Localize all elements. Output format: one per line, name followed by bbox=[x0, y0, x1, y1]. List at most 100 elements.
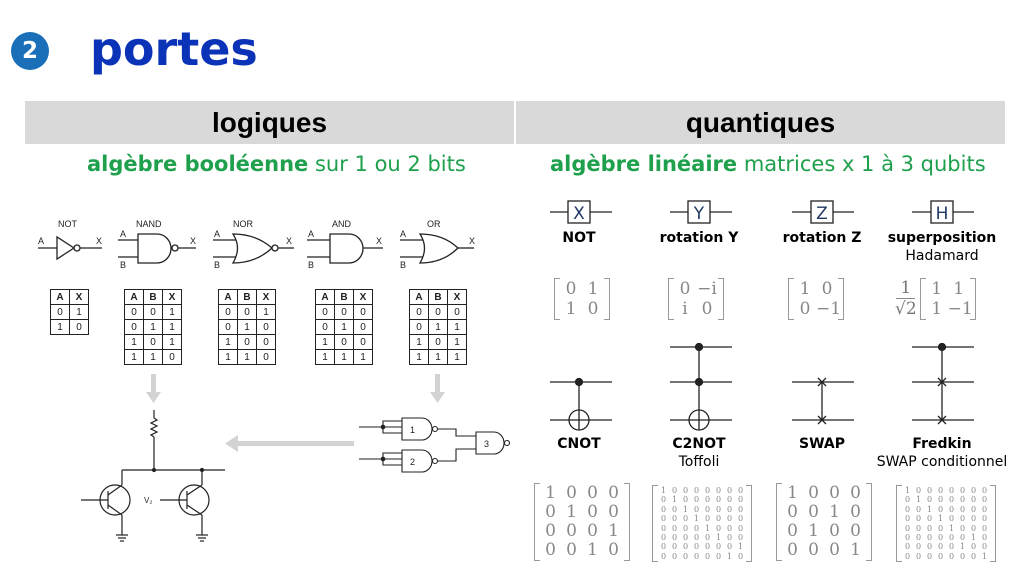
truth-table-cell: 1 bbox=[315, 349, 335, 365]
left-arrow-icon bbox=[225, 435, 354, 452]
gate-label-swap: SWAP bbox=[752, 436, 892, 452]
gate-letter: H bbox=[936, 204, 949, 224]
matrix-entry: 0 bbox=[915, 523, 922, 533]
matrix-entry: 0 bbox=[715, 504, 722, 514]
matrix-entry: 0 bbox=[915, 551, 922, 561]
gate-label: Fredkin bbox=[912, 436, 972, 452]
truth-table-row: 010 bbox=[315, 319, 373, 335]
truth-table-cell: 1 bbox=[69, 304, 89, 320]
truth-table-cell: 0 bbox=[143, 334, 163, 350]
matrix-entry: 0 bbox=[808, 483, 819, 503]
matrix-entry: 0 bbox=[970, 504, 977, 514]
truth-table-row: 000 bbox=[315, 304, 373, 320]
matrix-fredkin: 1000000001000000001000000001000000001000… bbox=[896, 485, 996, 563]
gate-label-fredkin: Fredkin SWAP conditionnel bbox=[872, 436, 1012, 470]
matrix-entry: 0 bbox=[904, 523, 911, 533]
truth-table-cell: 0 bbox=[428, 304, 448, 320]
matrix-entry: 1 bbox=[948, 523, 955, 533]
matrix-entry: 0 bbox=[904, 504, 911, 514]
matrix-entry: 0 bbox=[821, 279, 833, 299]
matrix-entry: 0 bbox=[682, 542, 689, 552]
matrix-entry: 0 bbox=[981, 542, 988, 552]
matrix-entry: 0 bbox=[737, 504, 744, 514]
heading-text: quantiques bbox=[685, 106, 836, 138]
matrix-entry: 0 bbox=[959, 495, 966, 505]
matrix-entry: 0 bbox=[915, 532, 922, 542]
truth-table-row: 111 bbox=[409, 349, 467, 365]
truth-table-row: 001 bbox=[124, 304, 182, 320]
matrix-entry: 0 bbox=[715, 495, 722, 505]
matrix-entry: 0 bbox=[566, 540, 577, 560]
transistor-icon bbox=[160, 470, 210, 542]
matrix-entry: 0 bbox=[970, 486, 977, 495]
matrix-entry: 0 bbox=[981, 514, 988, 524]
matrix-entry: 0 bbox=[959, 514, 966, 524]
truth-table-cell: 0 bbox=[256, 349, 276, 365]
matrix-entry: 0 bbox=[959, 523, 966, 533]
resistor-icon bbox=[149, 417, 159, 438]
matrix-entry: 1 bbox=[565, 299, 577, 319]
matrix-entry: 0 bbox=[726, 495, 733, 505]
matrix-entry: 0 bbox=[693, 486, 700, 495]
matrix-entry: 0 bbox=[959, 532, 966, 542]
matrix-entry: 0 bbox=[660, 542, 667, 552]
matrix-entry: 0 bbox=[671, 504, 678, 514]
matrix-entry: 1 bbox=[959, 542, 966, 552]
matrix-entry: 0 bbox=[829, 540, 840, 560]
matrix-entry: 1 bbox=[715, 532, 722, 542]
matrix-entry: 0 bbox=[671, 542, 678, 552]
truth-table-row: 110 bbox=[218, 349, 276, 365]
truth-table-cell: A bbox=[315, 289, 335, 305]
truth-table-cell: 1 bbox=[162, 334, 182, 350]
matrix-bracket bbox=[896, 485, 902, 563]
truth-table-and: ABX000010100111 bbox=[315, 289, 373, 365]
matrix-entry: 0 bbox=[926, 542, 933, 552]
truth-table-cell: 1 bbox=[237, 319, 257, 335]
matrix-entry: 0 bbox=[693, 542, 700, 552]
matrix-entry: 0 bbox=[715, 542, 722, 552]
matrix-entry: 0 bbox=[926, 514, 933, 524]
matrix-entry: 0 bbox=[693, 504, 700, 514]
gate-label-hadamard: superposition Hadamard bbox=[872, 230, 1012, 264]
subtitle-bold: algèbre booléenne bbox=[87, 152, 309, 176]
matrix-entry: 0 bbox=[981, 495, 988, 505]
truth-table-row: 010 bbox=[218, 319, 276, 335]
truth-table-cell: 0 bbox=[409, 304, 429, 320]
matrix-c2not: 1000000001000000001000000001000000001000… bbox=[652, 485, 752, 563]
matrix-entry: 1 bbox=[660, 486, 667, 495]
voltage-label: V₂ bbox=[144, 496, 152, 505]
matrix-not: 0110 bbox=[554, 278, 610, 320]
matrix-entry: 0 bbox=[566, 483, 577, 503]
truth-table-row: 011 bbox=[409, 319, 467, 335]
truth-table-header: ABX bbox=[124, 289, 182, 305]
truth-table-cell: 1 bbox=[447, 319, 467, 335]
matrix-rotation-y: 0 −i i 0 bbox=[668, 278, 724, 320]
matrix-entry: 0 bbox=[808, 502, 819, 522]
matrix-entry: 0 bbox=[970, 495, 977, 505]
gate-label: C2NOT bbox=[672, 436, 726, 452]
matrix-entry: 0 bbox=[904, 514, 911, 524]
matrix-entry: 0 bbox=[904, 532, 911, 542]
truth-table-cell: 1 bbox=[162, 304, 182, 320]
matrix-entry: 0 bbox=[704, 495, 711, 505]
truth-table-cell: 1 bbox=[256, 304, 276, 320]
matrix-entry: −i bbox=[697, 279, 717, 299]
matrix-entry: 1 bbox=[799, 279, 811, 299]
truth-table-cell: 1 bbox=[409, 334, 429, 350]
matrix-entry: 0 bbox=[587, 502, 598, 522]
matrix-entry: 0 bbox=[682, 551, 689, 561]
quantum-multi-gate-symbols bbox=[550, 342, 974, 431]
matrix-entry: 0 bbox=[545, 540, 556, 560]
gate-name-nand: NAND bbox=[136, 219, 162, 229]
subtitle-bold: algèbre linéaire bbox=[550, 152, 738, 176]
truth-table-nor: ABX001010100110 bbox=[218, 289, 276, 365]
matrix-entry: 0 bbox=[726, 542, 733, 552]
matrix-entry: 1 bbox=[850, 540, 861, 560]
matrix-entry: 1 bbox=[587, 279, 599, 299]
matrix-entry: 0 bbox=[704, 532, 711, 542]
truth-table-cell: 0 bbox=[256, 334, 276, 350]
implementation-circuits: V₂ 1 2 3 bbox=[81, 374, 511, 542]
not-gate-symbol bbox=[38, 235, 102, 261]
truth-table-cell: 1 bbox=[353, 349, 373, 365]
matrix-entry: 0 bbox=[937, 551, 944, 561]
